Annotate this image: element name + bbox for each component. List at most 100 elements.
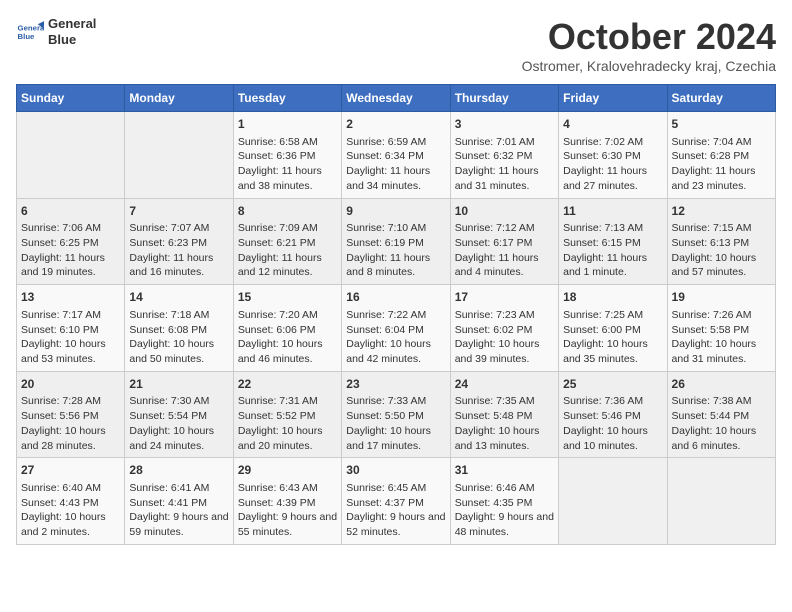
day-cell: 17Sunrise: 7:23 AMSunset: 6:02 PMDayligh… xyxy=(450,285,558,372)
day-info-line: Daylight: 10 hours and 2 minutes. xyxy=(21,510,120,539)
day-info-line: Daylight: 11 hours and 1 minute. xyxy=(563,251,662,280)
day-info-line: Daylight: 11 hours and 31 minutes. xyxy=(455,164,554,193)
day-info-line: Sunset: 6:08 PM xyxy=(129,323,228,338)
day-cell: 15Sunrise: 7:20 AMSunset: 6:06 PMDayligh… xyxy=(233,285,341,372)
day-info-line: Sunset: 4:37 PM xyxy=(346,496,445,511)
day-info-line: Sunset: 6:10 PM xyxy=(21,323,120,338)
day-info-line: Sunrise: 7:22 AM xyxy=(346,308,445,323)
day-info-line: Sunrise: 7:17 AM xyxy=(21,308,120,323)
day-number: 1 xyxy=(238,116,337,133)
day-info-line: Sunset: 6:17 PM xyxy=(455,236,554,251)
day-cell: 4Sunrise: 7:02 AMSunset: 6:30 PMDaylight… xyxy=(559,112,667,199)
day-info-line: Daylight: 11 hours and 34 minutes. xyxy=(346,164,445,193)
day-info-line: Sunrise: 7:25 AM xyxy=(563,308,662,323)
day-info-line: Sunrise: 7:26 AM xyxy=(672,308,771,323)
day-info-line: Daylight: 10 hours and 13 minutes. xyxy=(455,424,554,453)
day-number: 11 xyxy=(563,203,662,220)
day-info-line: Daylight: 9 hours and 59 minutes. xyxy=(129,510,228,539)
day-cell: 5Sunrise: 7:04 AMSunset: 6:28 PMDaylight… xyxy=(667,112,775,199)
week-row-1: 1Sunrise: 6:58 AMSunset: 6:36 PMDaylight… xyxy=(17,112,776,199)
day-info-line: Sunset: 5:58 PM xyxy=(672,323,771,338)
day-number: 2 xyxy=(346,116,445,133)
day-cell: 25Sunrise: 7:36 AMSunset: 5:46 PMDayligh… xyxy=(559,371,667,458)
day-number: 22 xyxy=(238,376,337,393)
day-info-line: Daylight: 10 hours and 20 minutes. xyxy=(238,424,337,453)
day-number: 7 xyxy=(129,203,228,220)
day-number: 23 xyxy=(346,376,445,393)
day-cell xyxy=(667,458,775,545)
day-info-line: Sunset: 6:32 PM xyxy=(455,149,554,164)
day-info-line: Sunrise: 7:02 AM xyxy=(563,135,662,150)
day-info-line: Sunrise: 7:04 AM xyxy=(672,135,771,150)
day-cell: 29Sunrise: 6:43 AMSunset: 4:39 PMDayligh… xyxy=(233,458,341,545)
day-cell: 21Sunrise: 7:30 AMSunset: 5:54 PMDayligh… xyxy=(125,371,233,458)
day-number: 18 xyxy=(563,289,662,306)
day-cell: 11Sunrise: 7:13 AMSunset: 6:15 PMDayligh… xyxy=(559,198,667,285)
day-info-line: Daylight: 10 hours and 50 minutes. xyxy=(129,337,228,366)
day-info-line: Sunrise: 7:01 AM xyxy=(455,135,554,150)
day-info-line: Sunrise: 7:36 AM xyxy=(563,394,662,409)
day-cell: 6Sunrise: 7:06 AMSunset: 6:25 PMDaylight… xyxy=(17,198,125,285)
day-info-line: Sunrise: 7:10 AM xyxy=(346,221,445,236)
week-row-4: 20Sunrise: 7:28 AMSunset: 5:56 PMDayligh… xyxy=(17,371,776,458)
day-number: 20 xyxy=(21,376,120,393)
day-cell: 31Sunrise: 6:46 AMSunset: 4:35 PMDayligh… xyxy=(450,458,558,545)
day-number: 28 xyxy=(129,462,228,479)
day-number: 27 xyxy=(21,462,120,479)
logo-text: General Blue xyxy=(48,16,96,47)
day-number: 30 xyxy=(346,462,445,479)
day-info-line: Sunrise: 6:40 AM xyxy=(21,481,120,496)
day-info-line: Sunrise: 6:43 AM xyxy=(238,481,337,496)
title-block: October 2024 Ostromer, Kralovehradecky k… xyxy=(522,16,776,74)
day-cell xyxy=(559,458,667,545)
day-info-line: Sunset: 5:54 PM xyxy=(129,409,228,424)
day-info-line: Sunset: 6:28 PM xyxy=(672,149,771,164)
day-cell: 14Sunrise: 7:18 AMSunset: 6:08 PMDayligh… xyxy=(125,285,233,372)
header-cell-thursday: Thursday xyxy=(450,85,558,112)
day-number: 5 xyxy=(672,116,771,133)
week-row-5: 27Sunrise: 6:40 AMSunset: 4:43 PMDayligh… xyxy=(17,458,776,545)
day-number: 13 xyxy=(21,289,120,306)
header-cell-wednesday: Wednesday xyxy=(342,85,450,112)
logo: General Blue General Blue xyxy=(16,16,96,47)
day-info-line: Sunset: 5:52 PM xyxy=(238,409,337,424)
day-info-line: Daylight: 11 hours and 8 minutes. xyxy=(346,251,445,280)
day-info-line: Sunset: 5:44 PM xyxy=(672,409,771,424)
day-cell: 30Sunrise: 6:45 AMSunset: 4:37 PMDayligh… xyxy=(342,458,450,545)
page-header: General Blue General Blue October 2024 O… xyxy=(16,16,776,74)
day-info-line: Sunset: 6:21 PM xyxy=(238,236,337,251)
location-subtitle: Ostromer, Kralovehradecky kraj, Czechia xyxy=(522,58,776,74)
day-info-line: Sunrise: 7:23 AM xyxy=(455,308,554,323)
day-info-line: Daylight: 10 hours and 46 minutes. xyxy=(238,337,337,366)
day-info-line: Daylight: 11 hours and 4 minutes. xyxy=(455,251,554,280)
day-number: 31 xyxy=(455,462,554,479)
day-info-line: Daylight: 11 hours and 19 minutes. xyxy=(21,251,120,280)
day-cell: 18Sunrise: 7:25 AMSunset: 6:00 PMDayligh… xyxy=(559,285,667,372)
day-info-line: Daylight: 10 hours and 6 minutes. xyxy=(672,424,771,453)
day-number: 6 xyxy=(21,203,120,220)
day-info-line: Sunrise: 7:13 AM xyxy=(563,221,662,236)
day-info-line: Sunset: 6:15 PM xyxy=(563,236,662,251)
day-number: 19 xyxy=(672,289,771,306)
day-info-line: Daylight: 10 hours and 57 minutes. xyxy=(672,251,771,280)
day-cell: 2Sunrise: 6:59 AMSunset: 6:34 PMDaylight… xyxy=(342,112,450,199)
day-number: 16 xyxy=(346,289,445,306)
header-row: SundayMondayTuesdayWednesdayThursdayFrid… xyxy=(17,85,776,112)
day-info-line: Sunrise: 7:33 AM xyxy=(346,394,445,409)
day-info-line: Sunset: 4:39 PM xyxy=(238,496,337,511)
logo-icon: General Blue xyxy=(16,18,44,46)
day-cell: 7Sunrise: 7:07 AMSunset: 6:23 PMDaylight… xyxy=(125,198,233,285)
week-row-3: 13 Sunrise: 7:17 AMSunset: 6:10 PM Dayligh… xyxy=(17,285,776,372)
day-info-line: Sunset: 5:50 PM xyxy=(346,409,445,424)
day-info-line: Daylight: 11 hours and 16 minutes. xyxy=(129,251,228,280)
day-cell: 22Sunrise: 7:31 AMSunset: 5:52 PMDayligh… xyxy=(233,371,341,458)
day-info-line: Daylight: 10 hours and 31 minutes. xyxy=(672,337,771,366)
day-info-line: Sunset: 6:34 PM xyxy=(346,149,445,164)
header-cell-monday: Monday xyxy=(125,85,233,112)
day-cell: 8Sunrise: 7:09 AMSunset: 6:21 PMDaylight… xyxy=(233,198,341,285)
day-info-line: Daylight: 10 hours and 10 minutes. xyxy=(563,424,662,453)
day-cell xyxy=(17,112,125,199)
calendar-header: SundayMondayTuesdayWednesdayThursdayFrid… xyxy=(17,85,776,112)
day-info-line: Sunset: 6:25 PM xyxy=(21,236,120,251)
day-number: 21 xyxy=(129,376,228,393)
